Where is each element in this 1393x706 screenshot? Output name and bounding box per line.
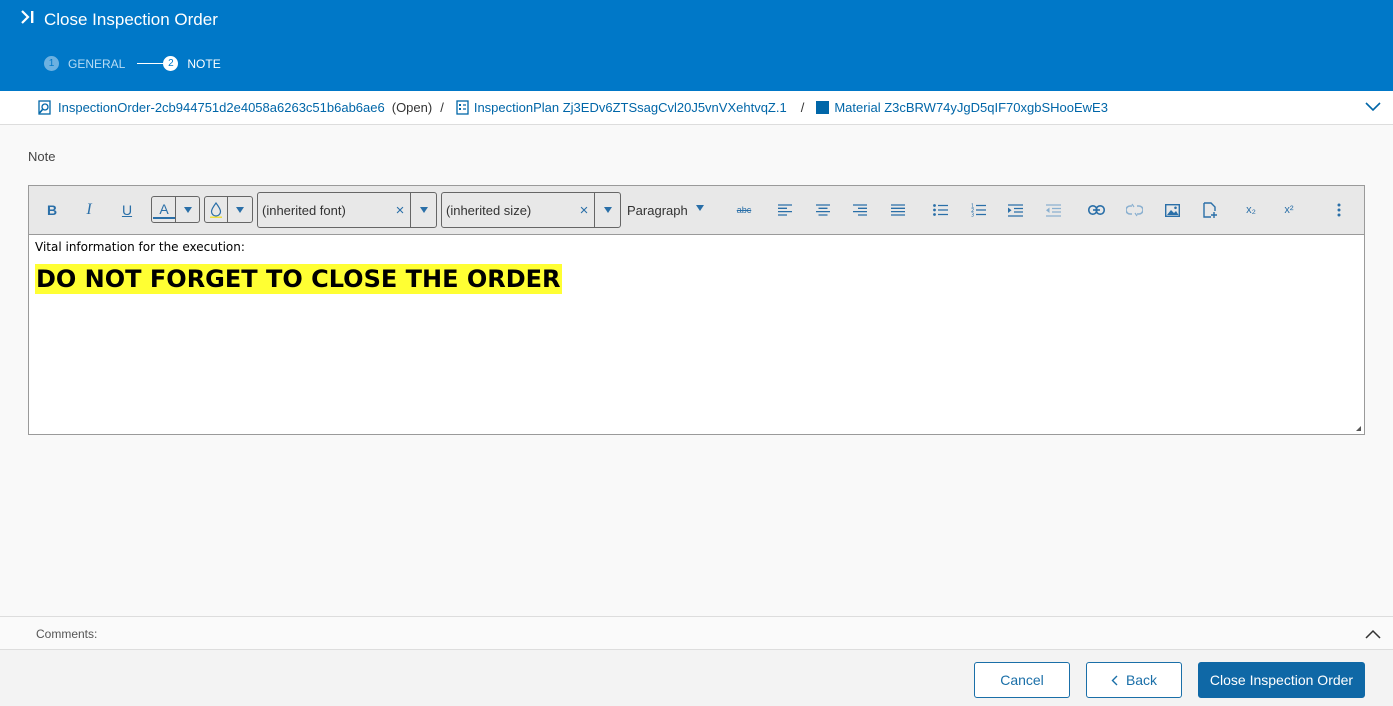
- wizard-steps: 1 GENERAL 2 NOTE: [44, 56, 221, 71]
- clear-size-icon[interactable]: ×: [574, 202, 594, 219]
- note-line-2: DO NOT FORGET TO CLOSE THE ORDER: [35, 264, 562, 294]
- inspection-plan-icon: [456, 100, 469, 115]
- background-color-picker[interactable]: [204, 196, 253, 223]
- svg-text:3: 3: [971, 213, 974, 218]
- background-color-dropdown[interactable]: [227, 197, 251, 222]
- font-size-value: (inherited size): [446, 202, 532, 218]
- align-right-icon[interactable]: [850, 186, 870, 234]
- collapse-panel-icon[interactable]: [20, 9, 36, 30]
- page-title: Close Inspection Order: [44, 9, 218, 29]
- editor-content[interactable]: Vital information for the execution: DO …: [29, 235, 1364, 299]
- link-icon[interactable]: [1085, 186, 1107, 234]
- step-note-number[interactable]: 2: [163, 56, 179, 71]
- breadcrumb-inspection-plan[interactable]: InspectionPlan Zj3EDv6ZTSsagCvl20J5vnVXe…: [456, 100, 787, 115]
- chevron-left-icon: [1111, 675, 1118, 685]
- step-connector: [137, 63, 164, 64]
- bullet-list-icon[interactable]: [930, 186, 950, 234]
- strikethrough-button[interactable]: abc: [732, 186, 756, 234]
- font-family-select[interactable]: (inherited font) ×: [257, 192, 437, 228]
- material-icon: [816, 101, 830, 114]
- chevron-up-icon[interactable]: [1365, 626, 1381, 644]
- align-center-icon[interactable]: [813, 186, 833, 234]
- title-row: Close Inspection Order: [20, 9, 218, 30]
- breadcrumb-order-text[interactable]: InspectionOrder-2cb944751d2e4058a6263c51…: [58, 100, 385, 115]
- format-select[interactable]: Paragraph: [627, 186, 717, 234]
- editor-toolbar: B I U A (inherited font) × (inherited si…: [29, 186, 1364, 235]
- back-button-label: Back: [1125, 672, 1158, 688]
- resize-handle[interactable]: [1356, 426, 1361, 431]
- font-color-icon: A: [153, 201, 175, 219]
- font-color-dropdown[interactable]: [175, 197, 199, 222]
- insert-image-icon[interactable]: [1161, 186, 1183, 234]
- inspection-order-icon: [38, 100, 51, 115]
- note-label: Note: [28, 149, 56, 164]
- italic-button[interactable]: I: [79, 186, 99, 234]
- step-general-label[interactable]: GENERAL: [68, 57, 125, 71]
- more-options-icon[interactable]: [1329, 186, 1349, 234]
- format-value: Paragraph: [627, 202, 688, 218]
- cancel-button-label: Cancel: [1000, 672, 1044, 688]
- page-header: Close Inspection Order 1 GENERAL 2 NOTE: [0, 0, 1393, 91]
- font-size-select[interactable]: (inherited size) ×: [441, 192, 621, 228]
- breadcrumb-inspection-order[interactable]: InspectionOrder-2cb944751d2e4058a6263c51…: [38, 100, 385, 115]
- align-justify-icon[interactable]: [888, 186, 908, 234]
- order-status: (Open): [391, 100, 433, 115]
- back-button[interactable]: Back: [1086, 662, 1182, 698]
- font-size-dropdown[interactable]: [594, 193, 620, 227]
- droplet-icon: [205, 201, 227, 218]
- superscript-button[interactable]: x²: [1277, 186, 1301, 234]
- breadcrumb-separator: /: [800, 100, 805, 115]
- underline-button[interactable]: U: [117, 186, 137, 234]
- breadcrumb-plan-text[interactable]: InspectionPlan Zj3EDv6ZTSsagCvl20J5vnVXe…: [474, 100, 787, 115]
- unlink-icon[interactable]: [1123, 186, 1145, 234]
- font-color-picker[interactable]: A: [151, 196, 200, 223]
- indent-icon[interactable]: [1005, 186, 1025, 234]
- footer-actions: Cancel Back Close Inspection Order: [0, 650, 1393, 706]
- breadcrumb: InspectionOrder-2cb944751d2e4058a6263c51…: [0, 91, 1393, 125]
- cancel-button[interactable]: Cancel: [974, 662, 1070, 698]
- insert-file-icon[interactable]: [1199, 186, 1221, 234]
- subscript-button[interactable]: x₂: [1239, 186, 1263, 234]
- numbered-list-icon[interactable]: 123: [968, 186, 988, 234]
- clear-font-icon[interactable]: ×: [390, 202, 410, 219]
- outdent-icon[interactable]: [1043, 186, 1063, 234]
- close-inspection-order-button[interactable]: Close Inspection Order: [1198, 662, 1365, 698]
- comments-section: Comments:: [0, 616, 1393, 650]
- align-left-icon[interactable]: [775, 186, 795, 234]
- format-dropdown-icon: [695, 204, 704, 211]
- font-family-dropdown[interactable]: [410, 193, 436, 227]
- breadcrumb-material-text[interactable]: Material Z3cBRW74yJgD5qIF70xgbSHooEwE3: [834, 100, 1108, 115]
- comments-label: Comments:: [36, 627, 98, 641]
- note-line-1: Vital information for the execution:: [35, 240, 245, 254]
- rich-text-editor: B I U A (inherited font) × (inherited si…: [28, 185, 1365, 435]
- breadcrumb-separator: /: [440, 100, 444, 115]
- bold-button[interactable]: B: [42, 186, 62, 234]
- step-note-label[interactable]: NOTE: [187, 57, 220, 71]
- step-general-number[interactable]: 1: [44, 56, 59, 71]
- font-family-value: (inherited font): [262, 202, 346, 218]
- close-button-label: Close Inspection Order: [1209, 672, 1354, 688]
- chevron-down-icon[interactable]: [1365, 100, 1381, 115]
- breadcrumb-material[interactable]: Material Z3cBRW74yJgD5qIF70xgbSHooEwE3: [816, 100, 1108, 115]
